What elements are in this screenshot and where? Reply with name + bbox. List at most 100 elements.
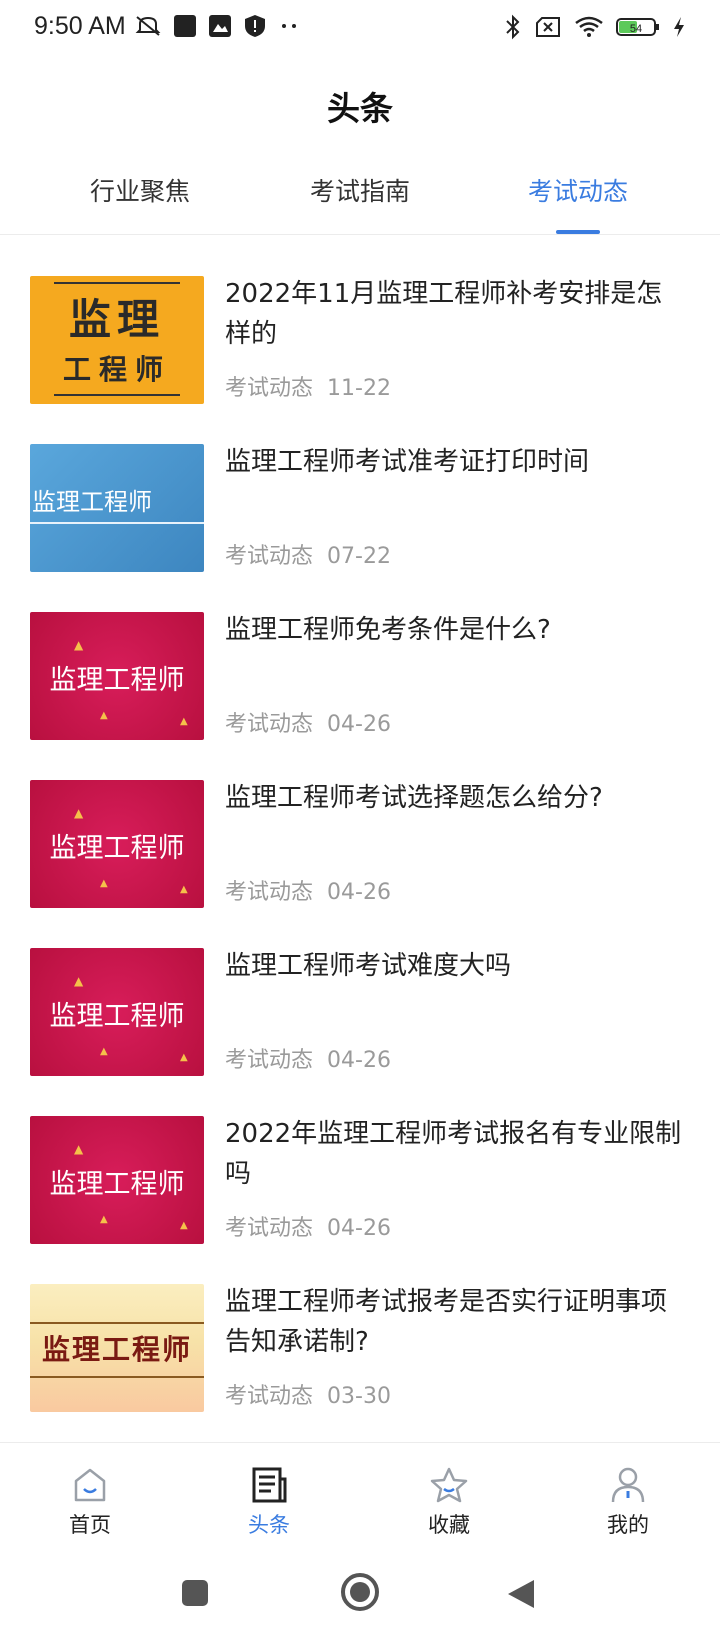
more-dots-icon bbox=[282, 24, 296, 28]
status-right-icons: 54 bbox=[504, 14, 686, 40]
thumbnail-subtext: 工程师 bbox=[62, 353, 171, 386]
article-title: 2022年11月监理工程师补考安排是怎样的 bbox=[225, 279, 663, 349]
article-thumbnail: 监理工程师 ▲ ▲ ▲ bbox=[30, 948, 204, 1076]
confetti-icon: ▲ bbox=[100, 1214, 108, 1225]
article-date: 04-26 bbox=[327, 712, 391, 737]
active-tab-indicator bbox=[556, 230, 600, 234]
article-category: 考试动态 bbox=[225, 544, 314, 569]
confetti-icon: ▲ bbox=[74, 1142, 84, 1156]
confetti-icon: ▲ bbox=[180, 716, 188, 727]
bottom-nav: 首页 头条 收藏 我的 bbox=[0, 1442, 720, 1553]
article-category: 考试动态 bbox=[225, 1384, 314, 1409]
article-meta: 考试动态 03-30 bbox=[225, 1378, 391, 1410]
home-icon bbox=[74, 1468, 106, 1502]
article-date: 11-22 bbox=[327, 376, 391, 401]
status-left-icons bbox=[134, 14, 300, 38]
confetti-icon: ▲ bbox=[74, 806, 84, 820]
article-thumbnail: 监理 工程师 bbox=[30, 276, 204, 404]
tab-bar: 行业聚焦 考试指南 考试动态 bbox=[0, 160, 720, 235]
thumbnail-text: 监理工程师 bbox=[49, 833, 185, 864]
article-meta: 考试动态 04-26 bbox=[225, 1042, 391, 1074]
nav-label: 收藏 bbox=[428, 1513, 470, 1537]
nav-news[interactable]: 头条 bbox=[209, 1465, 329, 1539]
article-meta: 考试动态 04-26 bbox=[225, 1210, 391, 1242]
article-item[interactable]: 监理工程师 ▲ ▲ ▲ 监理工程师考试难度大吗 考试动态 04-26 bbox=[0, 934, 720, 1076]
article-title: 监理工程师免考条件是什么? bbox=[225, 615, 551, 645]
article-item[interactable]: 监理工程师 ▲ ▲ ▲ 2022年监理工程师考试报名有专业限制吗 考试动态 04… bbox=[0, 1102, 720, 1244]
nav-label: 我的 bbox=[607, 1513, 649, 1537]
article-date: 04-26 bbox=[327, 880, 391, 905]
confetti-icon: ▲ bbox=[100, 878, 108, 889]
thumbnail-text: 监理 bbox=[68, 295, 165, 344]
article-date: 04-26 bbox=[327, 1216, 391, 1241]
nav-profile[interactable]: 我的 bbox=[568, 1465, 688, 1539]
shield-icon bbox=[245, 15, 265, 37]
article-item[interactable]: 监理工程师 ▲ ▲ ▲ 监理工程师免考条件是什么? 考试动态 04-26 bbox=[0, 598, 720, 740]
article-category: 考试动态 bbox=[225, 1216, 314, 1241]
status-bar: 9:50 AM 54 bbox=[0, 0, 720, 54]
status-time: 9:50 AM bbox=[34, 12, 126, 40]
article-thumbnail: 监理工程师 ▲ ▲ ▲ bbox=[30, 1116, 204, 1244]
recent-apps-button[interactable] bbox=[180, 1578, 210, 1608]
article-title: 2022年监理工程师考试报名有专业限制吗 bbox=[225, 1119, 682, 1189]
article-category: 考试动态 bbox=[225, 712, 314, 737]
article-item[interactable]: 监理工程师 监理工程师考试报考是否实行证明事项告知承诺制? 考试动态 03-30 bbox=[0, 1270, 720, 1412]
article-meta: 考试动态 11-22 bbox=[225, 370, 391, 402]
tab-exam-guide[interactable]: 考试指南 bbox=[270, 172, 450, 208]
thumbnail-text: 监理工程师 bbox=[41, 1333, 192, 1366]
battery-level: 54 bbox=[630, 23, 642, 35]
article-date: 07-22 bbox=[327, 544, 391, 569]
article-thumbnail: 监理工程师 bbox=[30, 1284, 204, 1412]
home-button[interactable] bbox=[340, 1572, 380, 1612]
article-category: 考试动态 bbox=[225, 880, 314, 905]
confetti-icon: ▲ bbox=[74, 638, 84, 652]
nav-favorites[interactable]: 收藏 bbox=[389, 1465, 509, 1539]
thumbnail-text: 监理工程师 bbox=[32, 488, 152, 516]
confetti-icon: ▲ bbox=[180, 1220, 188, 1231]
article-title: 监理工程师考试准考证打印时间 bbox=[225, 447, 590, 477]
confetti-icon: ▲ bbox=[100, 1046, 108, 1057]
tab-industry-focus[interactable]: 行业聚焦 bbox=[50, 172, 230, 208]
article-item[interactable]: 监理工程师 ▲ ▲ ▲ 监理工程师考试选择题怎么给分? 考试动态 04-26 bbox=[0, 766, 720, 908]
article-item[interactable]: 监理 工程师 2022年11月监理工程师补考安排是怎样的 考试动态 11-22 bbox=[0, 262, 720, 404]
article-title: 监理工程师考试难度大吗 bbox=[225, 951, 512, 981]
article-title: 监理工程师考试选择题怎么给分? bbox=[225, 783, 603, 813]
nav-label: 头条 bbox=[248, 1513, 290, 1537]
article-thumbnail: 监理工程师 ▲ ▲ ▲ bbox=[30, 612, 204, 740]
article-title: 监理工程师考试报考是否实行证明事项告知承诺制? bbox=[225, 1287, 668, 1357]
tab-exam-news[interactable]: 考试动态 bbox=[488, 172, 668, 208]
star-icon bbox=[430, 1467, 468, 1503]
thumbnail-text: 监理工程师 bbox=[49, 1001, 185, 1032]
back-button[interactable] bbox=[506, 1578, 536, 1610]
article-meta: 考试动态 07-22 bbox=[225, 538, 391, 570]
user-icon bbox=[611, 1467, 645, 1503]
charging-icon bbox=[674, 17, 684, 37]
article-date: 03-30 bbox=[327, 1384, 391, 1409]
gallery-icon bbox=[209, 15, 231, 37]
wifi-icon bbox=[575, 16, 603, 37]
nav-home[interactable]: 首页 bbox=[30, 1465, 150, 1539]
nav-label: 首页 bbox=[69, 1513, 111, 1537]
system-nav-bar bbox=[0, 1560, 720, 1650]
thumbnail-text: 监理工程师 bbox=[49, 1169, 185, 1200]
article-category: 考试动态 bbox=[225, 1048, 314, 1073]
no-sim-icon bbox=[536, 17, 560, 37]
news-icon bbox=[252, 1467, 287, 1503]
article-category: 考试动态 bbox=[225, 376, 314, 401]
thumbnail-text: 监理工程师 bbox=[49, 665, 185, 696]
mute-icon bbox=[135, 16, 161, 36]
confetti-icon: ▲ bbox=[74, 974, 84, 988]
confetti-icon: ▲ bbox=[180, 1052, 188, 1063]
article-meta: 考试动态 04-26 bbox=[225, 874, 391, 906]
article-item[interactable]: 监理工程师 监理工程师考试准考证打印时间 考试动态 07-22 bbox=[0, 430, 720, 572]
article-meta: 考试动态 04-26 bbox=[225, 706, 391, 738]
battery-icon: 54 bbox=[616, 18, 659, 36]
notification-icon bbox=[174, 15, 196, 37]
bluetooth-icon bbox=[506, 14, 520, 40]
confetti-icon: ▲ bbox=[180, 884, 188, 895]
article-thumbnail: 监理工程师 bbox=[30, 444, 204, 572]
page-title: 头条 bbox=[327, 89, 393, 128]
article-date: 04-26 bbox=[327, 1048, 391, 1073]
article-thumbnail: 监理工程师 ▲ ▲ ▲ bbox=[30, 780, 204, 908]
confetti-icon: ▲ bbox=[100, 710, 108, 721]
